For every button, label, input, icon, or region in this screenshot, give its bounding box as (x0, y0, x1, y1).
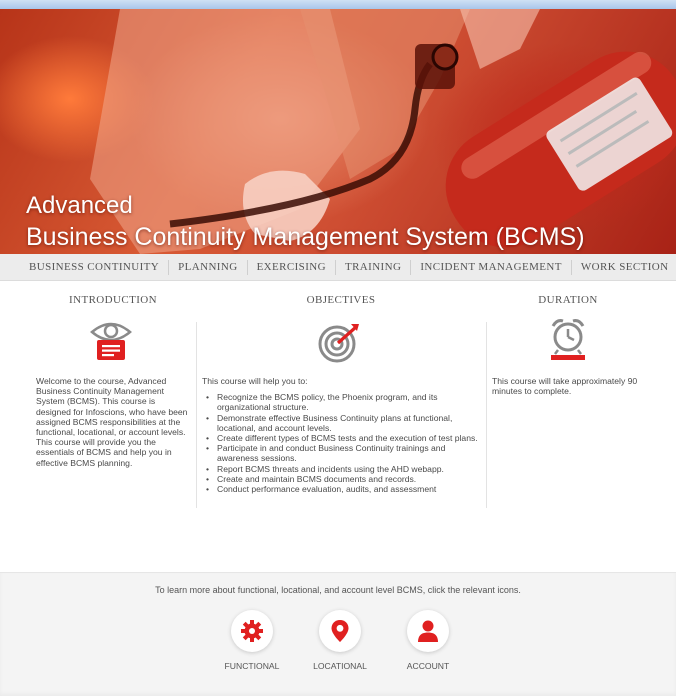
objectives-column: OBJECTIVES (200, 294, 482, 306)
functional-label[interactable]: FUNCTIONAL (212, 661, 292, 671)
target-icon (317, 320, 363, 369)
duration-text: This course will take approximately 90 m… (492, 376, 638, 397)
nav-work-section[interactable]: WORK SECTION (572, 260, 676, 275)
introduction-text: Welcome to the course, Advanced Business… (36, 376, 188, 468)
nav-planning[interactable]: PLANNING (169, 259, 248, 275)
account-label[interactable]: ACCOUNT (388, 661, 468, 671)
map-pin-icon (331, 620, 349, 642)
locational-button[interactable] (319, 610, 361, 652)
list-item: Conduct performance evaluation, audits, … (206, 484, 482, 494)
nav-business-continuity[interactable]: BUSINESS CONTINUITY (20, 259, 170, 275)
objectives-intro: This course will help you to: (202, 376, 308, 386)
main-nav: BUSINESS CONTINUITY PLANNING EXERCISING … (0, 254, 676, 281)
objectives-list: Recognize the BCMS policy, the Phoenix p… (202, 392, 482, 494)
nav-training[interactable]: TRAINING (336, 259, 412, 275)
column-divider-2 (486, 322, 487, 508)
nav-incident-management[interactable]: INCIDENT MANAGEMENT (411, 259, 572, 275)
nav-exercising[interactable]: EXERCISING (248, 259, 336, 275)
functional-button[interactable] (231, 610, 273, 652)
list-item: Participate in and conduct Business Cont… (206, 443, 482, 463)
list-item: Report BCMS threats and incidents using … (206, 464, 482, 474)
introduction-title: INTRODUCTION (69, 294, 157, 306)
account-button[interactable] (407, 610, 449, 652)
duration-column: DURATION (490, 294, 646, 306)
alarm-clock-icon (549, 317, 587, 368)
gear-icon (241, 620, 263, 642)
hero-title-line1: Advanced (26, 192, 133, 219)
list-item: Demonstrate effective Business Continuit… (206, 413, 482, 433)
hero-banner: Advanced Business Continuity Management … (0, 9, 676, 254)
list-item: Create and maintain BCMS documents and r… (206, 474, 482, 484)
introduction-column: INTRODUCTION (33, 294, 193, 306)
duration-title: DURATION (538, 294, 598, 306)
list-item: Create different types of BCMS tests and… (206, 433, 482, 443)
bottom-prompt: To learn more about functional, location… (155, 585, 521, 595)
objectives-title: OBJECTIVES (306, 294, 376, 306)
objectives-body: This course will help you to: Recognize … (202, 376, 482, 494)
eye-document-icon (88, 318, 134, 369)
bottom-panel: To learn more about functional, location… (0, 572, 676, 696)
hero-title-line2: Business Continuity Management System (B… (26, 223, 585, 251)
window-top-bar (0, 0, 676, 9)
list-item: Recognize the BCMS policy, the Phoenix p… (206, 392, 482, 412)
person-icon (418, 620, 438, 642)
column-divider-1 (196, 322, 197, 508)
locational-label[interactable]: LOCATIONAL (300, 661, 380, 671)
